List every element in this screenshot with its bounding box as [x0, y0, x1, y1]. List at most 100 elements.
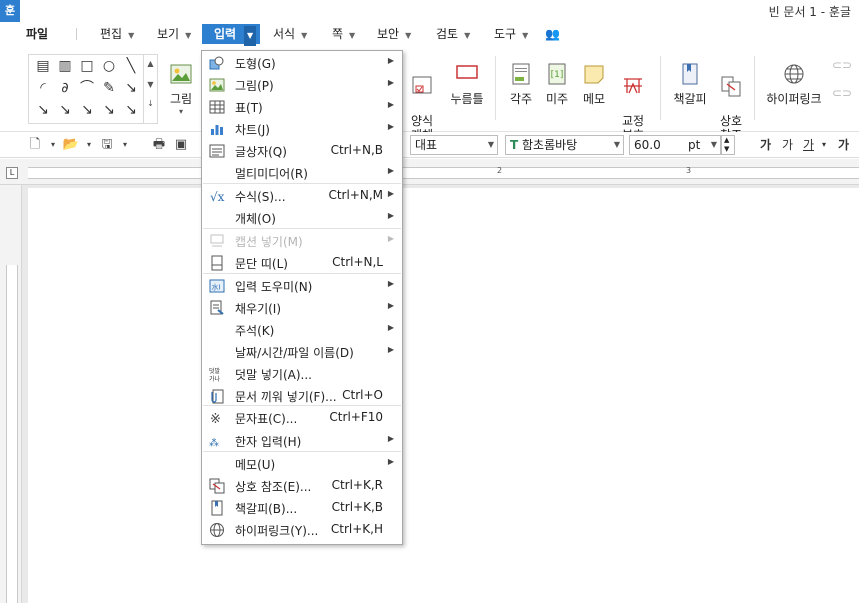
ruler-scale[interactable] — [28, 167, 859, 179]
menu-item[interactable]: 표(T) ▶ — [203, 96, 401, 118]
menu-file[interactable]: 파일 — [26, 24, 48, 44]
chevron-down-icon: ▼ — [349, 31, 356, 40]
menu-tools[interactable]: 도구 ▼ — [494, 24, 528, 44]
pen-shape-icon[interactable]: ✎ — [99, 79, 119, 97]
menu-format[interactable]: 서식 ▼ — [273, 24, 307, 44]
new-document-icon[interactable]: 🗋 — [26, 136, 44, 154]
font-size-input[interactable]: 60.0 pt ▼ — [629, 135, 721, 155]
menu-security[interactable]: 보안 ▼ — [377, 24, 411, 44]
char-smaller-button[interactable]: 가 — [782, 136, 793, 153]
bookmark-label: 책갈피 — [673, 92, 707, 106]
char-underline-button[interactable]: 가 — [803, 136, 814, 153]
menu-item-label: 차트(J) — [235, 123, 270, 137]
menu-item-label: 메모(U) — [235, 458, 276, 472]
menu-item[interactable]: ⁂ 한자 입력(H) ▶ — [203, 430, 401, 452]
chevron-down-icon[interactable]: ▾ — [822, 140, 826, 149]
document-page[interactable] — [28, 188, 859, 603]
menu-item[interactable]: 문단 띠(L) Ctrl+N,L — [203, 252, 401, 274]
style-select[interactable]: 대표 ▼ — [410, 135, 498, 155]
chevron-down-icon[interactable]: ▾ — [80, 136, 98, 154]
menu-item-shortcut: Ctrl+K,B — [331, 500, 383, 514]
connector-e-icon[interactable]: ↘ — [121, 101, 141, 119]
menu-format-label: 서식 — [273, 27, 296, 41]
rectangle-shape-icon[interactable]: □ — [77, 57, 97, 75]
connector-b-icon[interactable]: ↘ — [55, 101, 75, 119]
char-bigger-button[interactable]: 가 — [760, 136, 771, 153]
chevron-down-icon[interactable]: ▾ — [116, 136, 134, 154]
submenu-arrow-icon: ▶ — [387, 234, 394, 243]
menu-item[interactable]: 주석(K) ▶ — [203, 319, 401, 341]
menu-item[interactable]: 메모(U) ▶ — [203, 453, 401, 475]
vertical-ruler — [0, 185, 22, 603]
push-button-button[interactable]: 누름틀 — [448, 60, 486, 107]
memo-label: 메모 — [582, 92, 606, 106]
arc-shape-icon[interactable]: ◜ — [33, 79, 53, 97]
menu-item[interactable]: 날짜/시간/파일 이름(D) ▶ — [203, 341, 401, 363]
ellipse-shape-icon[interactable]: ○ — [99, 57, 119, 75]
people-icon[interactable]: 👥 — [545, 24, 560, 44]
menu-item[interactable]: 덧말 가나 덧말 넣기(A)... — [203, 363, 401, 385]
print-icon[interactable]: 🖶 — [150, 136, 168, 154]
menu-item[interactable]: √x 수식(S)... Ctrl+N,M ▶ — [203, 185, 401, 207]
menu-item[interactable]: 채우기(I) ▶ — [203, 297, 401, 319]
menu-item-label: 캡션 넣기(M) — [235, 235, 303, 249]
menu-page[interactable]: 쪽 ▼ — [332, 24, 355, 44]
menu-item[interactable]: 책갈피(B)... Ctrl+K,B — [203, 497, 401, 519]
menu-item[interactable]: 도형(G) ▶ — [203, 52, 401, 74]
connector-c-icon[interactable]: ↘ — [77, 101, 97, 119]
menu-edit-label: 편집 — [100, 27, 123, 41]
menu-item[interactable]: ※ 문자표(C)... Ctrl+F10 — [203, 407, 401, 429]
menu-review[interactable]: 검토 ▼ — [436, 24, 470, 44]
line-shape-icon[interactable]: ╲ — [121, 57, 141, 75]
menu-item[interactable]: 멀티미디어(R) ▶ — [203, 162, 401, 184]
footnote-button[interactable]: 각주 — [506, 62, 536, 107]
font-size-stepper[interactable]: ▲ ▼ — [721, 135, 735, 155]
shape-gallery[interactable]: ▤ ▥ □ ○ ╲ ◜ ∂ ⌒ ✎ ↘ ↘ ↘ ↘ ↘ ↘ ▲ ▼ ↓ — [28, 54, 158, 124]
menu-item[interactable]: 차트(J) ▶ — [203, 118, 401, 140]
connector-shape-icon[interactable]: ↘ — [121, 79, 141, 97]
menu-item[interactable]: 하이퍼링크(Y)... Ctrl+K,H — [203, 519, 401, 541]
chevron-down-icon[interactable]: ▾ — [44, 136, 62, 154]
menu-item[interactable]: 글상자(Q) Ctrl+N,B — [203, 140, 401, 162]
vertical-textbox-shape-icon[interactable]: ▥ — [55, 57, 75, 75]
tab-type-icon[interactable]: L — [6, 167, 18, 179]
menu-item[interactable]: 水I 입력 도우미(N) ▶ — [203, 275, 401, 297]
textbox-shape-icon[interactable]: ▤ — [33, 57, 53, 75]
menu-insert[interactable]: 입력 ▼ — [202, 24, 261, 46]
menu-edit[interactable]: 편집 ▼ — [100, 24, 134, 44]
curve-shape-icon[interactable]: ∂ — [55, 79, 75, 97]
proofread-button[interactable]: 교정 부호 — [616, 60, 650, 142]
cross-ref-button[interactable]: 상호 참조 — [714, 60, 748, 142]
submenu-arrow-icon: ▶ — [387, 78, 394, 87]
polygon-shape-icon[interactable]: ⌒ — [77, 79, 97, 97]
connector-d-icon[interactable]: ↘ — [99, 101, 119, 119]
save-icon[interactable]: 🖫 — [98, 136, 116, 154]
hyperlink-button[interactable]: 하이퍼링크 — [764, 62, 824, 107]
gallery-scrollbar[interactable]: ▲ ▼ ↓ — [143, 55, 157, 123]
open-folder-icon[interactable]: 📂 — [62, 136, 80, 154]
menu-view[interactable]: 보기 ▼ — [157, 24, 191, 44]
menu-item[interactable]: 상호 참조(E)... Ctrl+K,R — [203, 475, 401, 497]
menu-item[interactable]: 그림(P) ▶ — [203, 74, 401, 96]
endnote-button[interactable]: [1] 미주 — [542, 62, 572, 107]
bookmark-button[interactable]: 책갈피 — [670, 62, 710, 107]
unlink-icon[interactable]: ⊂⊃ — [832, 86, 852, 100]
picture-button[interactable]: 그림 ▾ — [166, 62, 196, 116]
vertical-ruler-scale[interactable] — [6, 265, 18, 603]
menu-item[interactable]: 문서 끼워 넣기(F)... Ctrl+O — [203, 385, 401, 407]
form-object-button[interactable]: 양식 개체 — [404, 60, 440, 142]
fill-icon — [209, 300, 225, 316]
submenu-arrow-icon: ▶ — [387, 189, 394, 198]
link-icon[interactable]: ⊂⊃ — [832, 58, 852, 72]
menu-item[interactable]: 개체(O) ▶ — [203, 207, 401, 229]
font-select[interactable]: T 함초롬바탕 ▼ — [505, 135, 624, 155]
connector-a-icon[interactable]: ↘ — [33, 101, 53, 119]
menu-item-shortcut: Ctrl+K,R — [331, 478, 383, 492]
chevron-down-icon[interactable]: ▼ — [244, 26, 257, 46]
preview-icon[interactable]: ▣ — [172, 136, 190, 154]
char-format-button[interactable]: 가 — [838, 136, 849, 153]
format-toolbar: 🗋 ▾ 📂 ▾ 🖫 ▾ 🖶 ▣ 대표 ▼ T 함초롬바탕 ▼ 60.0 pt ▼ ▲… — [0, 132, 859, 158]
menu-item-label: 글상자(Q) — [235, 145, 287, 159]
app-logo[interactable]: 훈 — [0, 0, 20, 22]
memo-button[interactable]: 메모 — [580, 62, 608, 107]
